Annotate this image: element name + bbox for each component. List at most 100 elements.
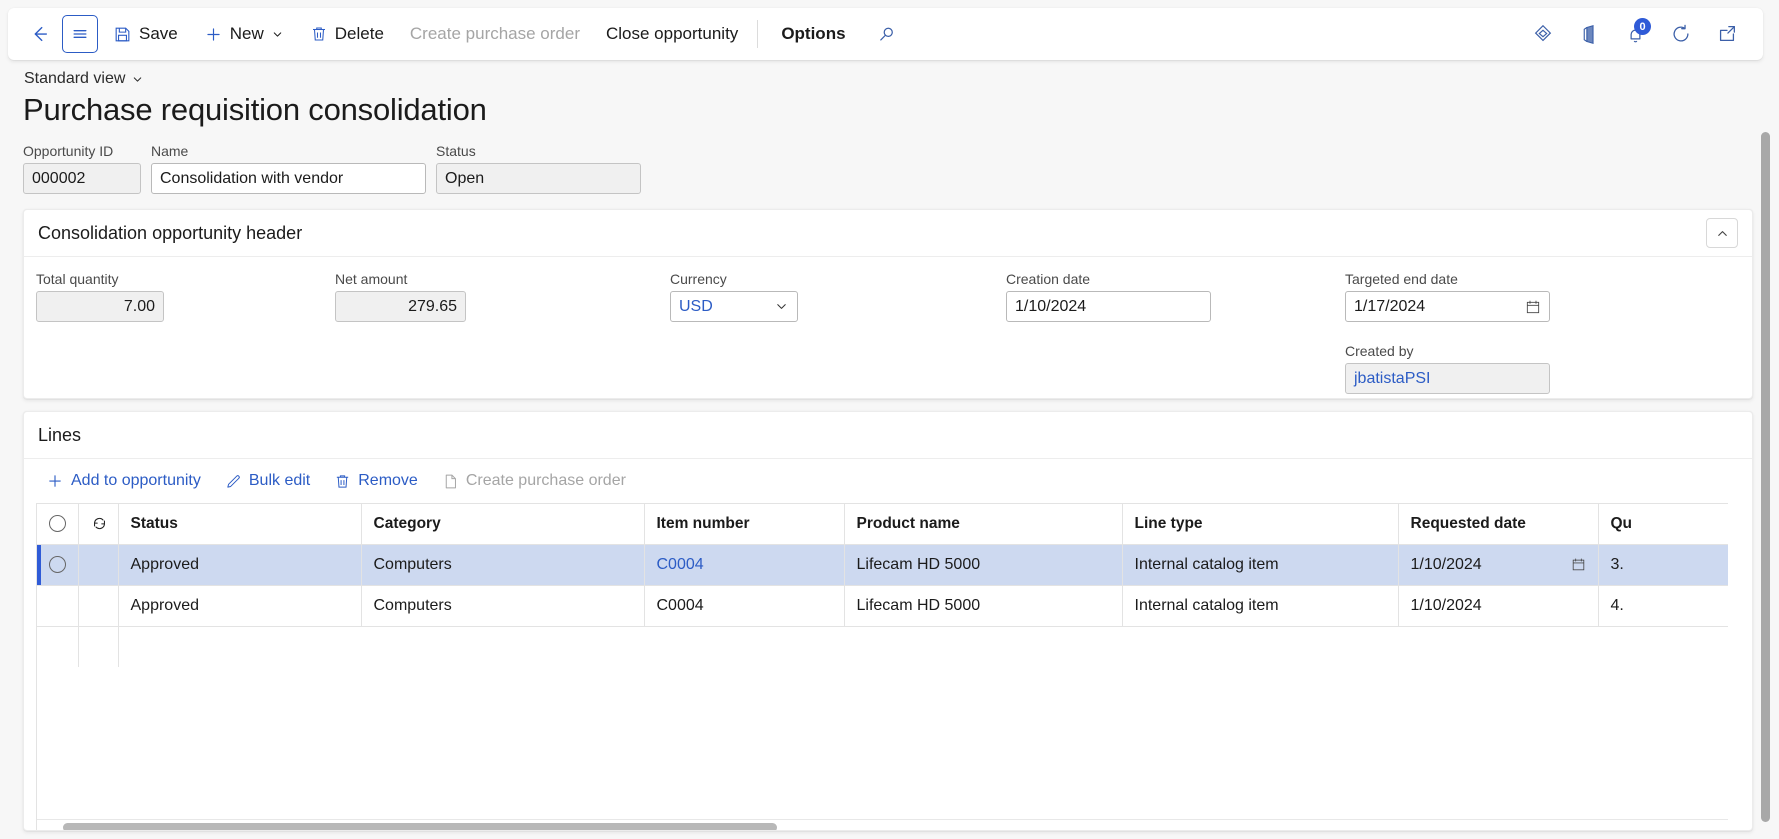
item-number-link[interactable]: C0004	[657, 556, 704, 573]
save-floppy-icon	[115, 27, 130, 41]
plus-icon	[207, 27, 220, 41]
dynamics-diamond-button[interactable]	[1525, 16, 1561, 52]
new-button[interactable]: New	[193, 15, 295, 53]
cell-quantity[interactable]: 4.	[1598, 585, 1728, 627]
lines-card: Lines Add to opportunity Bulk edit Remov…	[23, 411, 1753, 831]
lines-create-purchase-order-button[interactable]: Create purchase order	[432, 465, 636, 497]
page-vertical-scrollbar-thumb[interactable]	[1761, 132, 1770, 822]
top-toolbar: Save New Delete Create purchase order Cl…	[8, 8, 1763, 60]
page-vertical-scrollbar[interactable]	[1758, 68, 1772, 832]
net-amount-label: Net amount	[335, 271, 408, 287]
create-purchase-order-label: Create purchase order	[409, 24, 580, 43]
row-refresh-cell	[78, 544, 119, 586]
toolbar-divider	[757, 20, 759, 48]
column-header-quantity-label: Qu	[1610, 514, 1633, 532]
select-all-header[interactable]	[37, 504, 79, 545]
search-button[interactable]	[867, 15, 907, 53]
column-header-category[interactable]: Category	[361, 504, 645, 545]
opportunity-id-input[interactable]: 000002	[23, 163, 141, 194]
radio-circle-icon[interactable]	[49, 555, 66, 573]
bulk-edit-button[interactable]: Bulk edit	[215, 465, 320, 497]
open-in-new-window-button[interactable]	[1709, 16, 1745, 52]
lines-table: Status Category Item number Product name…	[37, 504, 1728, 667]
cell-product-name[interactable]: Lifecam HD 5000	[844, 544, 1123, 586]
view-selector[interactable]: Standard view	[24, 70, 144, 88]
name-label: Name	[151, 143, 189, 159]
consolidation-collapse-button[interactable]	[1706, 218, 1738, 248]
status-input[interactable]: Open	[436, 163, 641, 194]
total-quantity-input[interactable]: 7.00	[36, 291, 164, 322]
trash-icon	[337, 474, 349, 488]
options-label: Options	[781, 24, 846, 43]
add-to-opportunity-button[interactable]: Add to opportunity	[36, 465, 211, 497]
pencil-edit-icon	[227, 474, 240, 488]
total-quantity-field: Total quantity 7.00	[36, 271, 164, 322]
column-header-requested-date[interactable]: Requested date	[1398, 504, 1599, 545]
navigation-menu-button[interactable]	[62, 15, 98, 53]
cell-requested-date[interactable]: 1/10/2024	[1398, 585, 1599, 627]
created-by-field: Created by jbatistaPSI	[1345, 343, 1550, 394]
cell-category[interactable]: Computers	[361, 544, 645, 586]
chevron-down-icon	[273, 31, 282, 37]
table-row[interactable]: Approved Computers C0004 Lifecam HD 5000…	[37, 585, 1728, 627]
chevron-down-icon	[134, 76, 142, 82]
cell-product-name[interactable]: Lifecam HD 5000	[844, 585, 1123, 627]
targeted-end-date-input[interactable]: 1/17/2024	[1345, 291, 1550, 322]
consolidation-section-title: Consolidation opportunity header	[38, 222, 303, 243]
refresh-button[interactable]	[1663, 16, 1699, 52]
back-arrow-icon	[34, 26, 48, 42]
column-header-product-name[interactable]: Product name	[844, 504, 1123, 545]
cell-category[interactable]: Computers	[361, 585, 645, 627]
empty-cell	[1122, 626, 1398, 667]
column-header-item-number[interactable]: Item number	[644, 504, 845, 545]
create-purchase-order-button[interactable]: Create purchase order	[399, 15, 591, 53]
notification-badge: 0	[1634, 18, 1651, 35]
save-button[interactable]: Save	[102, 15, 189, 53]
refresh-column-header[interactable]	[78, 504, 119, 545]
chevron-up-icon	[1717, 230, 1727, 236]
cell-status[interactable]: Approved	[118, 544, 362, 586]
calendar-icon[interactable]	[1571, 557, 1586, 572]
cell-line-type[interactable]: Internal catalog item	[1122, 585, 1399, 627]
radio-circle-icon[interactable]	[49, 515, 66, 533]
created-by-input[interactable]: jbatistaPSI	[1345, 363, 1550, 394]
cell-line-type[interactable]: Internal catalog item	[1122, 544, 1399, 586]
document-add-icon	[445, 474, 456, 488]
creation-date-label: Creation date	[1006, 271, 1091, 287]
delete-button[interactable]: Delete	[299, 15, 395, 53]
currency-label: Currency	[670, 271, 727, 287]
name-value: Consolidation with vendor	[160, 169, 344, 187]
cell-quantity[interactable]: 3.	[1598, 544, 1728, 586]
cell-requested-date[interactable]: 1/10/2024	[1398, 544, 1599, 586]
table-empty-row	[37, 626, 1728, 667]
empty-cell	[1598, 626, 1728, 667]
options-button[interactable]: Options	[770, 15, 856, 53]
office-app-launcher-icon	[1583, 24, 1594, 44]
created-by-value: jbatistaPSI	[1354, 369, 1431, 387]
grid-horizontal-scrollbar[interactable]	[37, 819, 1728, 830]
grid-horizontal-scrollbar-thumb[interactable]	[63, 823, 777, 830]
lines-section-title: Lines	[38, 424, 82, 445]
table-row[interactable]: Approved Computers C0004 Lifecam HD 5000…	[37, 544, 1728, 586]
add-to-opportunity-label: Add to opportunity	[71, 472, 201, 489]
column-header-status[interactable]: Status	[118, 504, 362, 545]
creation-date-input[interactable]: 1/10/2024	[1006, 291, 1211, 322]
column-header-line-type[interactable]: Line type	[1122, 504, 1399, 545]
row-select-cell[interactable]	[37, 585, 79, 627]
cell-item-number[interactable]: C0004	[644, 585, 845, 627]
row-select-cell[interactable]	[37, 544, 79, 586]
notifications-button[interactable]: 0	[1617, 16, 1653, 52]
net-amount-value: 279.65	[408, 297, 457, 315]
name-input[interactable]: Consolidation with vendor	[151, 163, 426, 194]
net-amount-input[interactable]: 279.65	[335, 291, 466, 322]
remove-button[interactable]: Remove	[324, 465, 428, 497]
hamburger-menu-icon	[73, 30, 87, 38]
currency-select[interactable]: USD	[670, 291, 798, 322]
cell-status[interactable]: Approved	[118, 585, 362, 627]
cell-item-number[interactable]: C0004	[644, 544, 845, 586]
office-apps-button[interactable]	[1571, 16, 1607, 52]
back-button[interactable]	[22, 17, 56, 51]
calendar-icon[interactable]	[1525, 299, 1541, 315]
column-header-quantity[interactable]: Qu ⋮	[1598, 504, 1728, 545]
close-opportunity-button[interactable]: Close opportunity	[595, 15, 749, 53]
